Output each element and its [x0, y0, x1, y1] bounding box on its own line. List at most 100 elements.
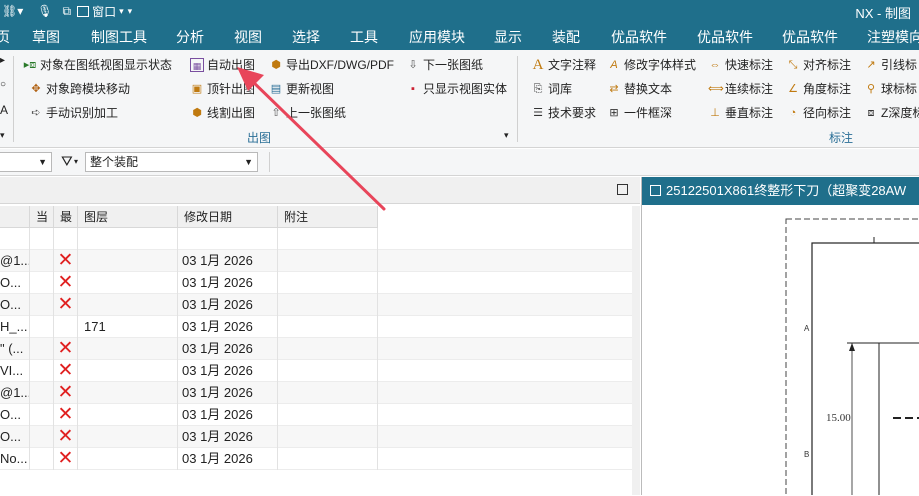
window-menu[interactable]: 窗口 ▾	[77, 3, 124, 20]
row-modified: 03 1月 2026	[178, 382, 278, 404]
row-current	[30, 272, 54, 294]
frame-icon: ⊞	[609, 106, 619, 119]
modify-font-style-button[interactable]: A 修改字体样式	[607, 56, 696, 73]
continuous-dimension-button[interactable]: ⟺ 连续标注	[708, 80, 773, 97]
tab-tools[interactable]: 工具	[350, 27, 378, 47]
table-row[interactable]: VI... ✕ 03 1月 2026	[0, 360, 632, 382]
row-layer: 171	[78, 316, 178, 338]
switch-window-icon[interactable]: ⧉	[63, 4, 72, 19]
row-notes	[278, 338, 378, 360]
export-dxf-button[interactable]: ⬢ 导出DXF/DWG/PDF	[269, 56, 394, 73]
vertical-dimension-button[interactable]: ⊥ 垂直标注	[708, 104, 773, 121]
angle-dimension-button[interactable]: ∠ 角度标注	[786, 80, 851, 97]
row-current	[30, 360, 54, 382]
not-loaded-icon: ✕	[54, 360, 78, 382]
tab-display[interactable]: 显示	[494, 27, 522, 47]
ejector-drawing-button[interactable]: ▣ 顶针出图	[190, 80, 255, 97]
column-header-notes[interactable]: 附注	[278, 206, 378, 228]
prev-sheet-button[interactable]: ⇧ 上一张图纸	[269, 104, 346, 121]
label: 垂直标注	[725, 106, 774, 120]
update-view-button[interactable]: ▤ 更新视图	[269, 80, 334, 97]
tab-analysis[interactable]: 分析	[176, 27, 204, 47]
link-icon[interactable]: ⛓▾	[2, 4, 23, 18]
row-name: " (...	[0, 338, 30, 360]
tab-select[interactable]: 选择	[292, 27, 320, 47]
assembly-scope-select[interactable]: 整个装配 ▼	[85, 152, 258, 172]
frame-depth-button[interactable]: ⊞ 一件框深	[607, 104, 672, 121]
leader-icon: ↗	[866, 58, 876, 71]
row-modified: 03 1月 2026	[178, 404, 278, 426]
row-modified: 03 1月 2026	[178, 426, 278, 448]
column-header-modified[interactable]: 修改日期	[178, 206, 278, 228]
tab-assembly[interactable]: 装配	[552, 27, 580, 47]
export-icon: ⬢	[271, 58, 281, 71]
column-header-layer[interactable]: 图层	[78, 206, 178, 228]
balloon-button[interactable]: ⚲ 球标标	[864, 80, 917, 97]
separator	[517, 56, 518, 142]
table-row[interactable]: O... ✕ 03 1月 2026	[0, 404, 632, 426]
row-current	[30, 448, 54, 470]
replace-text-button[interactable]: ⇄ 替换文本	[607, 80, 672, 97]
filter-icon[interactable]: ⛛	[61, 153, 73, 170]
row-name: O...	[0, 272, 30, 294]
auto-drawing-button[interactable]: ▦ 自动出图	[190, 56, 255, 73]
table-row[interactable]: O... ✕ 03 1月 2026	[0, 294, 632, 316]
tab-youpin-1[interactable]: 优品软件	[611, 27, 667, 47]
table-row[interactable]: O... ✕ 03 1月 2026	[0, 272, 632, 294]
drawing-canvas[interactable]: A B 15.00	[642, 205, 919, 495]
column-header-latest[interactable]: 最	[54, 206, 78, 228]
table-row[interactable]: @1... ✕ 03 1月 2026	[0, 250, 632, 272]
table-row[interactable]	[0, 228, 632, 250]
tab-view[interactable]: 视图	[234, 27, 262, 47]
not-loaded-icon: ✕	[54, 426, 78, 448]
leader-note-button[interactable]: ↗ 引线标	[864, 56, 917, 73]
maximize-icon[interactable]	[617, 184, 628, 195]
chevron-down-icon[interactable]: ▾	[0, 130, 5, 141]
wire-cut-drawing-button[interactable]: ⬢ 线割出图	[190, 104, 255, 121]
move-object-button[interactable]: ✥ 对象跨模块移动	[29, 80, 130, 97]
tab-application[interactable]: 应用模块	[409, 27, 465, 47]
text-note-button[interactable]: A 文字注释	[531, 56, 596, 73]
column-header-name[interactable]	[0, 206, 30, 228]
table-row[interactable]: No... ✕ 03 1月 2026	[0, 448, 632, 470]
label: 上一张图纸	[286, 106, 347, 120]
radial-dimension-button[interactable]: ◔ 径向标注	[786, 104, 851, 121]
label: 文字注释	[548, 58, 597, 72]
column-header-current[interactable]: 当	[30, 206, 54, 228]
manual-machining-button[interactable]: ➪ 手动识别加工	[29, 104, 118, 121]
aligned-dimension-button[interactable]: ⤡ 对齐标注	[786, 56, 851, 73]
not-loaded-icon: ✕	[54, 250, 78, 272]
table-row[interactable]: H_... 171 03 1月 2026	[0, 316, 632, 338]
row-modified: 03 1月 2026	[178, 448, 278, 470]
drawing-tab[interactable]: 25122501X861终整形下刀（超聚变28AW	[642, 177, 919, 205]
mic-icon[interactable]: 🎙	[37, 4, 52, 18]
row-current	[30, 404, 54, 426]
show-object-status-button[interactable]: ▸⧈ 对象在图纸视图显示状态	[23, 56, 172, 73]
chevron-down-icon[interactable]: ▾	[504, 130, 509, 141]
table-row[interactable]: O... ✕ 03 1月 2026	[0, 426, 632, 448]
next-sheet-button[interactable]: ⇩ 下一张图纸	[406, 56, 483, 73]
table-row[interactable]: " (... ✕ 03 1月 2026	[0, 338, 632, 360]
tab-drafting-tools[interactable]: 制图工具	[91, 27, 147, 47]
tab-mold[interactable]: 注塑模向	[867, 27, 919, 47]
quick-dimension-button[interactable]: ⇔ 快速标注	[708, 56, 774, 73]
row-layer	[78, 338, 178, 360]
lexicon-button[interactable]: ⎘ 词库	[531, 80, 572, 97]
show-view-solid-button[interactable]: ▪ 只显示视图实体	[406, 80, 507, 97]
tab-youpin-2[interactable]: 优品软件	[697, 27, 753, 47]
customize-icon[interactable]: ▾	[128, 6, 133, 17]
tab-sketch[interactable]: 草图	[32, 27, 60, 47]
separator	[269, 152, 270, 172]
tech-requirements-button[interactable]: ☰ 技术要求	[531, 104, 596, 121]
label: 一件框深	[624, 106, 673, 120]
z-depth-button[interactable]: ⧈ Z深度标	[864, 104, 919, 121]
row-notes	[278, 404, 378, 426]
tab-partial[interactable]: 页	[0, 27, 10, 47]
filter-dropdown[interactable]: ▼	[0, 152, 52, 172]
scrollbar[interactable]	[632, 206, 640, 495]
row-layer	[78, 272, 178, 294]
label: 只显示视图实体	[423, 82, 508, 96]
row-modified	[178, 228, 278, 250]
table-row[interactable]: @1... ✕ 03 1月 2026	[0, 382, 632, 404]
tab-youpin-3[interactable]: 优品软件	[782, 27, 838, 47]
